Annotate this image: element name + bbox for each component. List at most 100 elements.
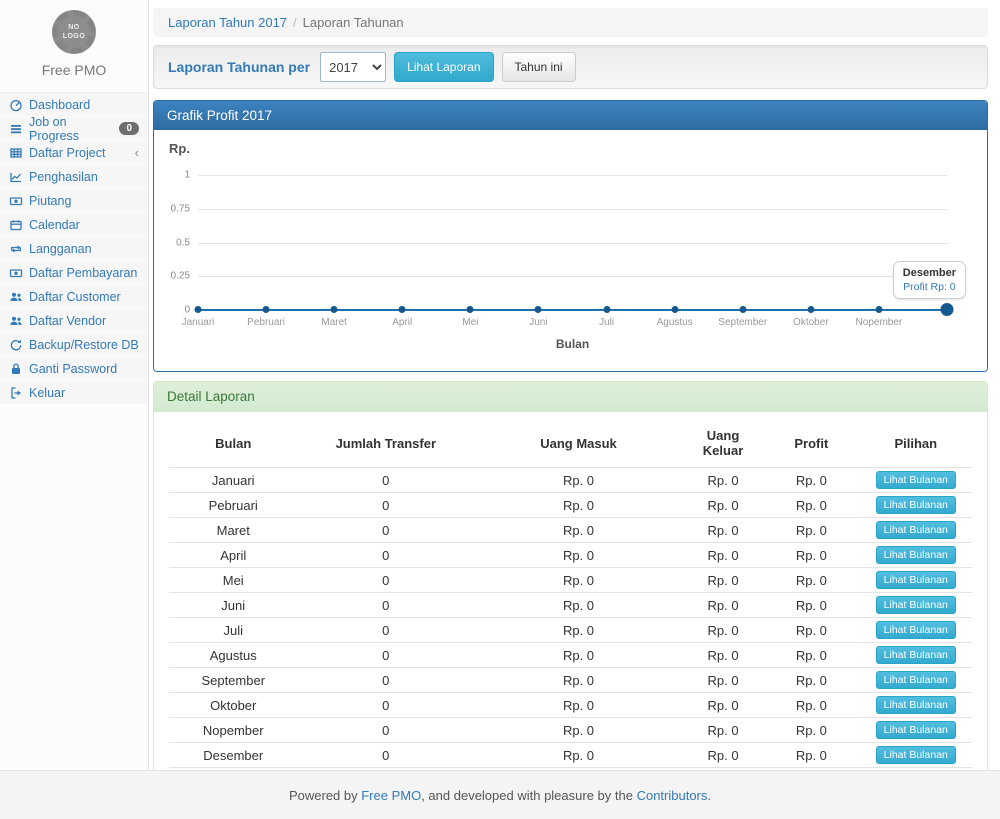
no-logo-badge: NOLOGO: [52, 10, 96, 54]
tasks-icon: [9, 122, 23, 136]
gridline: [198, 175, 947, 176]
users-icon: [9, 290, 23, 304]
data-point-mei[interactable]: [467, 306, 474, 313]
col-header-uang-masuk: Uang Masuk: [474, 421, 683, 468]
lihat-bulanan-button[interactable]: Lihat Bulanan: [876, 671, 956, 689]
gridline: [198, 276, 947, 277]
sidebar-item-job-on-progress[interactable]: Job on Progress 0: [0, 117, 148, 141]
sidebar-item-label: Ganti Password: [29, 362, 117, 376]
app-window: NOLOGO Free PMO Dashboard Job on Progres…: [0, 0, 1000, 819]
y-axis-tick: 0.25: [171, 271, 190, 282]
x-axis-tick: Maret: [321, 317, 347, 328]
table-row: Mei0Rp. 0Rp. 0Rp. 0Lihat Bulanan: [169, 568, 972, 593]
table-row: Nopember0Rp. 0Rp. 0Rp. 0Lihat Bulanan: [169, 718, 972, 743]
table-row: Desember0Rp. 0Rp. 0Rp. 0Lihat Bulanan: [169, 743, 972, 768]
x-axis-title: Bulan: [556, 337, 589, 351]
sidebar-item-penghasilan[interactable]: Penghasilan: [0, 165, 148, 189]
table-header-row: Bulan Jumlah Transfer Uang Masuk Uang Ke…: [169, 421, 972, 468]
money-icon: [9, 194, 23, 208]
data-point-pebruari[interactable]: [263, 306, 270, 313]
lihat-bulanan-button[interactable]: Lihat Bulanan: [876, 596, 956, 614]
data-point-juli[interactable]: [603, 306, 610, 313]
sidebar-item-keluar[interactable]: Keluar: [0, 381, 148, 405]
content-area: Laporan Tahun 2017/Laporan Tahunan Lapor…: [149, 0, 1000, 770]
col-header-uang-keluar: Uang Keluar: [683, 421, 763, 468]
detail-laporan-panel: Detail Laporan Bulan Jumlah Transfer Uan…: [153, 381, 988, 770]
data-point-maret[interactable]: [331, 306, 338, 313]
sidebar-item-daftar-vendor[interactable]: Daftar Vendor: [0, 309, 148, 333]
table-row: Pebruari0Rp. 0Rp. 0Rp. 0Lihat Bulanan: [169, 493, 972, 518]
retweet-icon: [9, 242, 23, 256]
x-axis-tick: September: [718, 317, 767, 328]
report-table: Bulan Jumlah Transfer Uang Masuk Uang Ke…: [169, 421, 972, 770]
gridline: [198, 243, 947, 244]
line-chart-icon: [9, 170, 23, 184]
dashboard-icon: [9, 98, 23, 112]
tooltip-value: Profit Rp: 0: [903, 281, 956, 293]
sidebar-item-label: Daftar Vendor: [29, 314, 106, 328]
lihat-bulanan-button[interactable]: Lihat Bulanan: [876, 546, 956, 564]
profit-series-line: [198, 309, 947, 311]
data-point-september[interactable]: [739, 306, 746, 313]
job-count-badge: 0: [119, 122, 139, 135]
sidebar: NOLOGO Free PMO Dashboard Job on Progres…: [0, 0, 149, 770]
breadcrumb-link-laporan-tahun[interactable]: Laporan Tahun 2017: [168, 15, 287, 30]
lihat-bulanan-button[interactable]: Lihat Bulanan: [876, 621, 956, 639]
sidebar-item-label: Daftar Pembayaran: [29, 266, 137, 280]
sidebar-item-daftar-customer[interactable]: Daftar Customer: [0, 285, 148, 309]
sidebar-item-calendar[interactable]: Calendar: [0, 213, 148, 237]
lihat-bulanan-button[interactable]: Lihat Bulanan: [876, 471, 956, 489]
lihat-bulanan-button[interactable]: Lihat Bulanan: [876, 521, 956, 539]
lihat-bulanan-button[interactable]: Lihat Bulanan: [876, 571, 956, 589]
data-point-april[interactable]: [399, 306, 406, 313]
footer: Powered by Free PMO, and developed with …: [0, 770, 1000, 819]
sidebar-item-ganti-password[interactable]: Ganti Password: [0, 357, 148, 381]
data-point-oktober[interactable]: [807, 306, 814, 313]
lihat-bulanan-button[interactable]: Lihat Bulanan: [876, 721, 956, 739]
lihat-bulanan-button[interactable]: Lihat Bulanan: [876, 646, 956, 664]
table-row: Juni0Rp. 0Rp. 0Rp. 0Lihat Bulanan: [169, 593, 972, 618]
refresh-icon: [9, 338, 23, 352]
table-row: Oktober0Rp. 0Rp. 0Rp. 0Lihat Bulanan: [169, 693, 972, 718]
logo-block: NOLOGO Free PMO: [0, 0, 148, 92]
year-select[interactable]: 2017: [320, 52, 386, 82]
footer-middle: , and developed with pleasure by the: [421, 788, 636, 803]
sidebar-item-piutang[interactable]: Piutang: [0, 189, 148, 213]
sidebar-item-label: Daftar Customer: [29, 290, 121, 304]
sidebar-item-daftar-project[interactable]: Daftar Project ‹: [0, 141, 148, 165]
sidebar-item-label: Dashboard: [29, 98, 90, 112]
lihat-bulanan-button[interactable]: Lihat Bulanan: [876, 746, 956, 764]
data-point-agustus[interactable]: [671, 306, 678, 313]
breadcrumb-separator: /: [293, 15, 297, 30]
data-point-desember[interactable]: [941, 303, 954, 316]
y-axis-tick: 0.5: [176, 237, 190, 248]
data-point-juni[interactable]: [535, 306, 542, 313]
data-point-nopember[interactable]: [875, 306, 882, 313]
logo-text: NOLOGO: [63, 23, 86, 41]
lihat-bulanan-button[interactable]: Lihat Bulanan: [876, 696, 956, 714]
sidebar-item-dashboard[interactable]: Dashboard: [0, 93, 148, 117]
col-header-jumlah-transfer: Jumlah Transfer: [297, 421, 474, 468]
tahun-ini-button[interactable]: Tahun ini: [502, 52, 576, 83]
sidebar-item-backup-restore-db[interactable]: Backup/Restore DB: [0, 333, 148, 357]
table-row: Januari0Rp. 0Rp. 0Rp. 0Lihat Bulanan: [169, 468, 972, 493]
brand-name: Free PMO: [0, 62, 148, 86]
sidebar-item-label: Langganan: [29, 242, 92, 256]
x-axis-tick: Juni: [529, 317, 547, 328]
lihat-laporan-button[interactable]: Lihat Laporan: [394, 52, 493, 83]
sidebar-item-langganan[interactable]: Langganan: [0, 237, 148, 261]
calendar-icon: [9, 218, 23, 232]
footer-link-contributors[interactable]: Contributors: [637, 788, 708, 803]
x-axis-tick: Juli: [599, 317, 614, 328]
detail-panel-title: Detail Laporan: [154, 382, 987, 412]
plot-area: 1 0.75 0.5 0.25 0: [198, 175, 947, 310]
lihat-bulanan-button[interactable]: Lihat Bulanan: [876, 496, 956, 514]
data-point-januari[interactable]: [195, 306, 202, 313]
sidebar-item-daftar-pembayaran[interactable]: Daftar Pembayaran: [0, 261, 148, 285]
table-row: April0Rp. 0Rp. 0Rp. 0Lihat Bulanan: [169, 543, 972, 568]
footer-link-free-pmo[interactable]: Free PMO: [361, 788, 421, 803]
x-axis-tick: Mei: [462, 317, 478, 328]
sidebar-item-label: Job on Progress: [29, 115, 113, 143]
sign-out-icon: [9, 386, 23, 400]
sidebar-item-label: Calendar: [29, 218, 80, 232]
